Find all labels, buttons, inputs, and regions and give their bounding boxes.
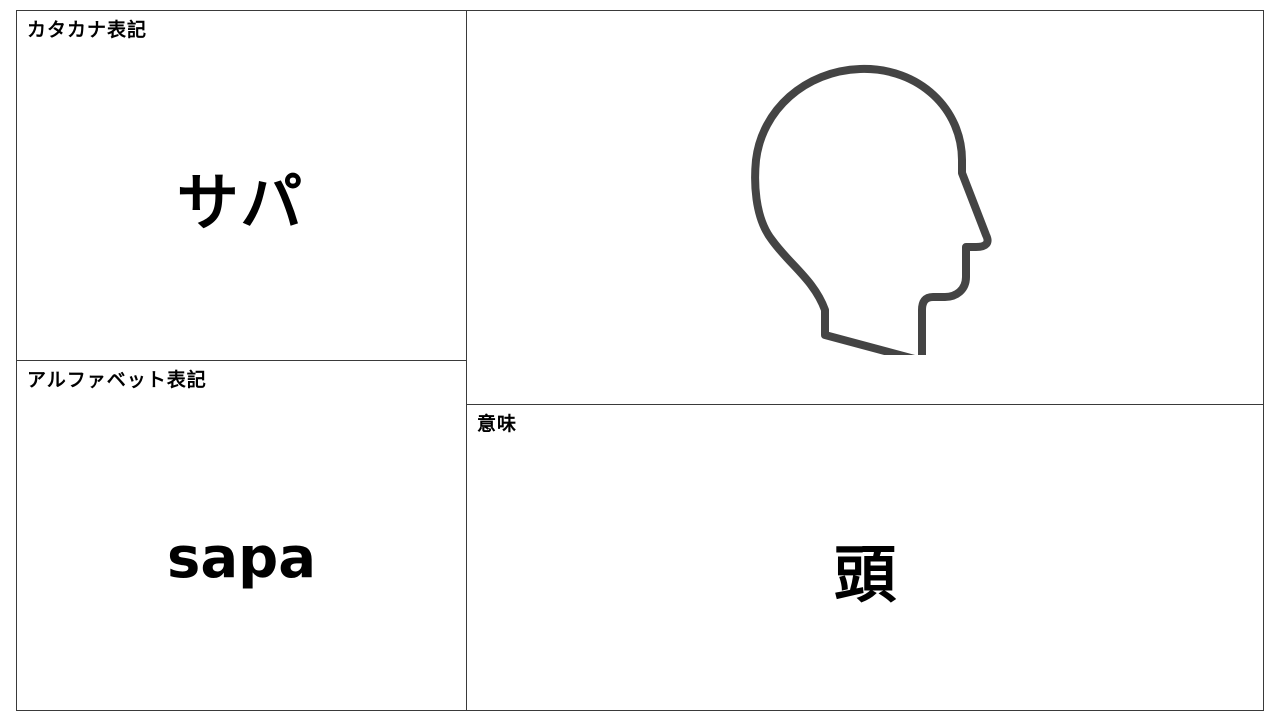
alphabet-value: sapa [167, 526, 316, 591]
alphabet-panel: アルファベット表記 sapa [16, 360, 467, 711]
meaning-panel: 意味 頭 [466, 404, 1264, 711]
meaning-value: 頭 [833, 538, 896, 611]
illustration-panel [466, 10, 1264, 405]
katakana-value: サパ [176, 166, 307, 239]
meaning-label: 意味 [477, 413, 518, 435]
katakana-panel: カタカナ表記 サパ [16, 10, 467, 361]
head-profile-icon [751, 64, 992, 355]
katakana-label: カタカナ表記 [27, 19, 148, 41]
alphabet-label: アルファベット表記 [27, 369, 207, 391]
